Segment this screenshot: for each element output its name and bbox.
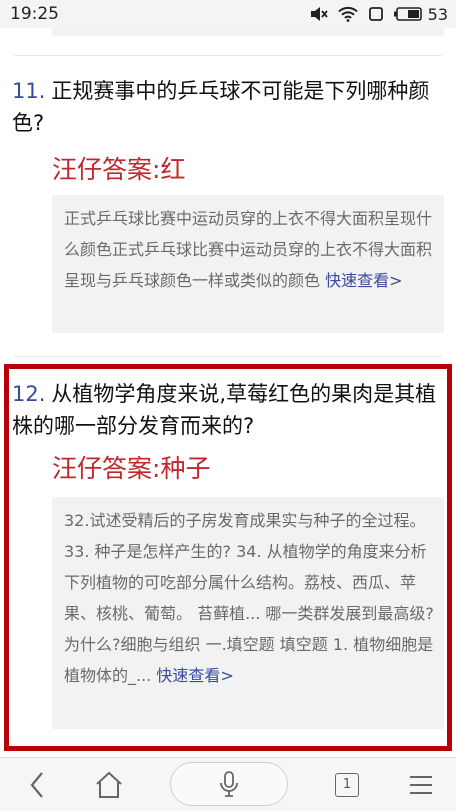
status-time: 19:25 (10, 4, 59, 24)
question-text: 正规赛事中的乒乓球不可能是下列哪种颜色? (12, 79, 430, 135)
mute-icon (310, 7, 328, 21)
divider (14, 356, 442, 357)
sim-icon (368, 7, 383, 21)
status-icons: 53 (310, 4, 448, 24)
menu-icon (410, 775, 432, 794)
question-number: 11. (12, 79, 46, 103)
divider (14, 55, 442, 56)
home-button[interactable] (86, 758, 132, 811)
microphone-icon (220, 771, 238, 797)
answer-11: 汪仔答案:红 (52, 150, 185, 186)
quick-view-link[interactable]: 快速查看> (325, 271, 402, 290)
status-bar: 19:25 53 (0, 0, 456, 28)
menu-button[interactable] (398, 758, 444, 811)
tabs-button[interactable]: 1 (324, 758, 370, 811)
voice-search-button[interactable] (170, 762, 288, 806)
tab-count: 1 (335, 772, 359, 797)
snippet-11: 正式乒乓球比赛中运动员穿的上衣不得大面积呈现什么颜色正式乒乓球比赛中运动员穿的上… (52, 195, 444, 333)
answer-label: 汪仔答案: (52, 155, 161, 184)
wifi-icon (337, 6, 358, 22)
bottom-nav: 1 (0, 757, 456, 811)
highlight-box (4, 364, 452, 751)
question-11[interactable]: 11. 正规赛事中的乒乓球不可能是下列哪种颜色? (12, 75, 444, 139)
home-icon (96, 771, 122, 798)
battery-icon (393, 7, 422, 21)
battery-level: 53 (427, 4, 448, 24)
answer-value: 红 (160, 155, 186, 184)
previous-snippet-edge (52, 28, 444, 36)
chevron-left-icon (30, 771, 43, 798)
back-button[interactable] (14, 758, 60, 811)
